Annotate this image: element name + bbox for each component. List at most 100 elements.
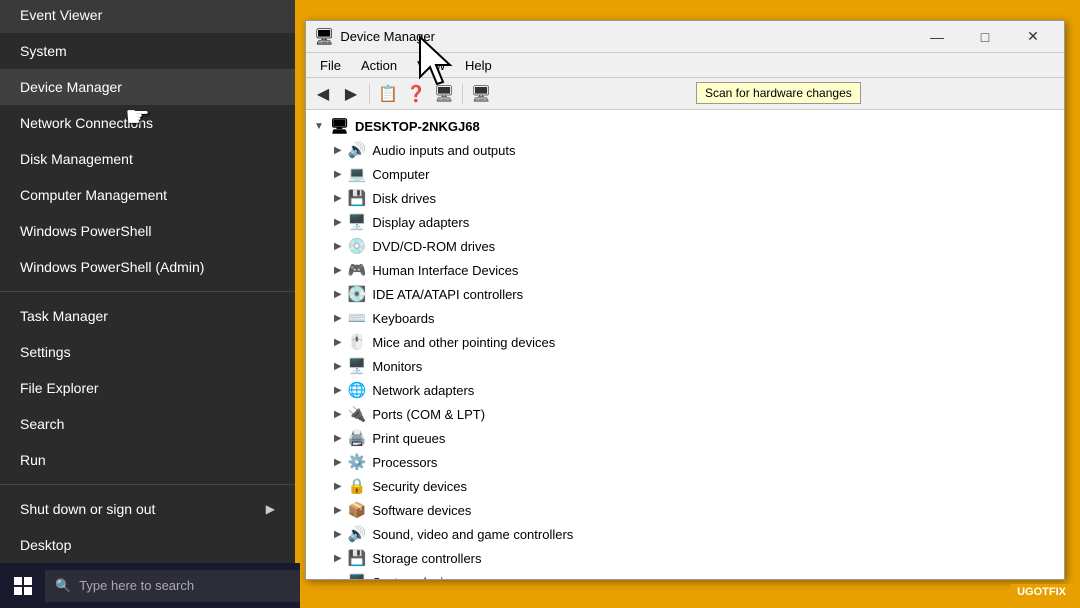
taskbar: 🔍 Type here to search bbox=[0, 563, 300, 608]
taskbar-search-icon: 🔍 bbox=[55, 578, 71, 594]
system-expand-icon: ▶ bbox=[334, 577, 342, 580]
computer-expand-icon: ▶ bbox=[334, 169, 342, 180]
menu-item-device-manager[interactable]: Device Manager bbox=[0, 69, 295, 105]
scan-changes-button[interactable]: 🖥 bbox=[431, 81, 457, 107]
toolbar-separator-2 bbox=[462, 84, 463, 104]
menu-item-desktop[interactable]: Desktop bbox=[0, 527, 295, 563]
tree-item-dvd[interactable]: ▶ 💿 DVD/CD-ROM drives bbox=[306, 234, 1064, 258]
dm-title-icon: 🖥 bbox=[314, 27, 334, 47]
menu-item-network[interactable]: Network Connections bbox=[0, 105, 295, 141]
windows-logo-icon bbox=[14, 577, 32, 595]
network-label: Network adapters bbox=[372, 383, 474, 398]
processors-label: Processors bbox=[372, 455, 437, 470]
menu-item-file-explorer[interactable]: File Explorer bbox=[0, 370, 295, 406]
close-button[interactable]: ✕ bbox=[1010, 21, 1056, 53]
tree-item-disk[interactable]: ▶ 💾 Disk drives bbox=[306, 186, 1064, 210]
menu-item-search[interactable]: Search bbox=[0, 406, 295, 442]
sound-icon: 🔊 bbox=[348, 525, 367, 543]
storage-expand-icon: ▶ bbox=[334, 553, 342, 564]
network-expand-icon: ▶ bbox=[334, 385, 342, 396]
menu-item-run[interactable]: Run bbox=[0, 442, 295, 478]
software-label: Software devices bbox=[372, 503, 471, 518]
processors-expand-icon: ▶ bbox=[334, 457, 342, 468]
menu-file[interactable]: File bbox=[310, 56, 351, 75]
taskbar-search-placeholder: Type here to search bbox=[79, 578, 194, 593]
view-resources-button[interactable]: 🖥 bbox=[468, 81, 494, 107]
tree-item-network[interactable]: ▶ 🌐 Network adapters bbox=[306, 378, 1064, 402]
menu-help[interactable]: Help bbox=[455, 56, 502, 75]
tree-root-node[interactable]: ▼ 🖥 DESKTOP-2NKGJ68 bbox=[306, 114, 1064, 138]
tree-item-ports[interactable]: ▶ 🔌 Ports (COM & LPT) bbox=[306, 402, 1064, 426]
menu-item-shutdown[interactable]: Shut down or sign out ▶ bbox=[0, 491, 295, 527]
menu-item-settings[interactable]: Settings bbox=[0, 334, 295, 370]
ide-label: IDE ATA/ATAPI controllers bbox=[372, 287, 523, 302]
hid-label: Human Interface Devices bbox=[372, 263, 518, 278]
tree-item-print[interactable]: ▶ 🖨️ Print queues bbox=[306, 426, 1064, 450]
tree-item-hid[interactable]: ▶ 🎮 Human Interface Devices bbox=[306, 258, 1064, 282]
update-driver-button[interactable]: ❓ bbox=[403, 81, 429, 107]
print-expand-icon: ▶ bbox=[334, 433, 342, 444]
back-button[interactable]: ◀ bbox=[310, 81, 336, 107]
watermark: UGOTFIX bbox=[1011, 584, 1072, 600]
window-controls: — □ ✕ bbox=[914, 21, 1056, 53]
monitors-expand-icon: ▶ bbox=[334, 361, 342, 372]
tree-item-display[interactable]: ▶ 🖥️ Display adapters bbox=[306, 210, 1064, 234]
monitor-icon: 🖥️ bbox=[348, 357, 367, 375]
window-toolbar: ◀ ▶ 📋 ❓ 🖥 🖥 Scan for hardware changes bbox=[306, 78, 1064, 110]
menu-item-task-manager[interactable]: Task Manager bbox=[0, 298, 295, 334]
audio-icon: 🔊 bbox=[348, 141, 367, 159]
computer-device-icon: 💻 bbox=[348, 165, 367, 183]
network-icon: 🌐 bbox=[348, 381, 367, 399]
menu-action[interactable]: Action bbox=[351, 56, 407, 75]
menu-item-computer-mgmt[interactable]: Computer Management bbox=[0, 177, 295, 213]
taskbar-search-box[interactable]: 🔍 Type here to search bbox=[45, 570, 300, 602]
menu-item-disk[interactable]: Disk Management bbox=[0, 141, 295, 177]
software-expand-icon: ▶ bbox=[334, 505, 342, 516]
tree-item-monitors[interactable]: ▶ 🖥️ Monitors bbox=[306, 354, 1064, 378]
start-button[interactable] bbox=[0, 563, 45, 608]
tree-item-storage[interactable]: ▶ 💾 Storage controllers bbox=[306, 546, 1064, 570]
storage-icon: 💾 bbox=[348, 549, 367, 567]
menu-item-powershell-admin[interactable]: Windows PowerShell (Admin) bbox=[0, 249, 295, 285]
forward-button[interactable]: ▶ bbox=[338, 81, 364, 107]
dvd-label: DVD/CD-ROM drives bbox=[372, 239, 495, 254]
tree-item-system-devices[interactable]: ▶ 🖥️ System devices bbox=[306, 570, 1064, 579]
mouse-icon: 🖱️ bbox=[348, 333, 367, 351]
display-expand-icon: ▶ bbox=[334, 217, 342, 228]
dvd-icon: 💿 bbox=[348, 237, 367, 255]
software-icon: 📦 bbox=[348, 501, 367, 519]
menu-item-event-viewer[interactable]: Event Viewer bbox=[0, 0, 295, 33]
tree-item-computer[interactable]: ▶ 💻 Computer bbox=[306, 162, 1064, 186]
disk-icon: 💾 bbox=[348, 189, 367, 207]
show-properties-button[interactable]: 📋 bbox=[375, 81, 401, 107]
maximize-button[interactable]: □ bbox=[962, 21, 1008, 53]
device-manager-window: 🖥 Device Manager — □ ✕ File Action View … bbox=[305, 20, 1065, 580]
disk-expand-icon: ▶ bbox=[334, 193, 342, 204]
tree-item-ide[interactable]: ▶ 💽 IDE ATA/ATAPI controllers bbox=[306, 282, 1064, 306]
submenu-arrow-icon: ▶ bbox=[266, 502, 275, 516]
keyboards-expand-icon: ▶ bbox=[334, 313, 342, 324]
tree-item-processors[interactable]: ▶ ⚙️ Processors bbox=[306, 450, 1064, 474]
disk-label: Disk drives bbox=[372, 191, 436, 206]
tree-item-keyboards[interactable]: ▶ ⌨️ Keyboards bbox=[306, 306, 1064, 330]
scan-hardware-tooltip: Scan for hardware changes bbox=[696, 82, 861, 104]
sound-expand-icon: ▶ bbox=[334, 529, 342, 540]
tree-item-audio[interactable]: ▶ 🔊 Audio inputs and outputs bbox=[306, 138, 1064, 162]
menu-view[interactable]: View bbox=[407, 56, 455, 75]
device-tree[interactable]: ▼ 🖥 DESKTOP-2NKGJ68 ▶ 🔊 Audio inputs and… bbox=[306, 110, 1064, 579]
mice-label: Mice and other pointing devices bbox=[372, 335, 555, 350]
system-icon: 🖥️ bbox=[348, 573, 367, 579]
security-icon: 🔒 bbox=[348, 477, 367, 495]
minimize-button[interactable]: — bbox=[914, 21, 960, 53]
ports-expand-icon: ▶ bbox=[334, 409, 342, 420]
tree-item-sound[interactable]: ▶ 🔊 Sound, video and game controllers bbox=[306, 522, 1064, 546]
processor-icon: ⚙️ bbox=[348, 453, 367, 471]
menu-item-system[interactable]: System bbox=[0, 33, 295, 69]
tree-item-mice[interactable]: ▶ 🖱️ Mice and other pointing devices bbox=[306, 330, 1064, 354]
tree-item-software[interactable]: ▶ 📦 Software devices bbox=[306, 498, 1064, 522]
security-expand-icon: ▶ bbox=[334, 481, 342, 492]
menu-item-powershell[interactable]: Windows PowerShell bbox=[0, 213, 295, 249]
menu-separator-2 bbox=[0, 484, 295, 485]
tree-item-security[interactable]: ▶ 🔒 Security devices bbox=[306, 474, 1064, 498]
menu-separator-1 bbox=[0, 291, 295, 292]
